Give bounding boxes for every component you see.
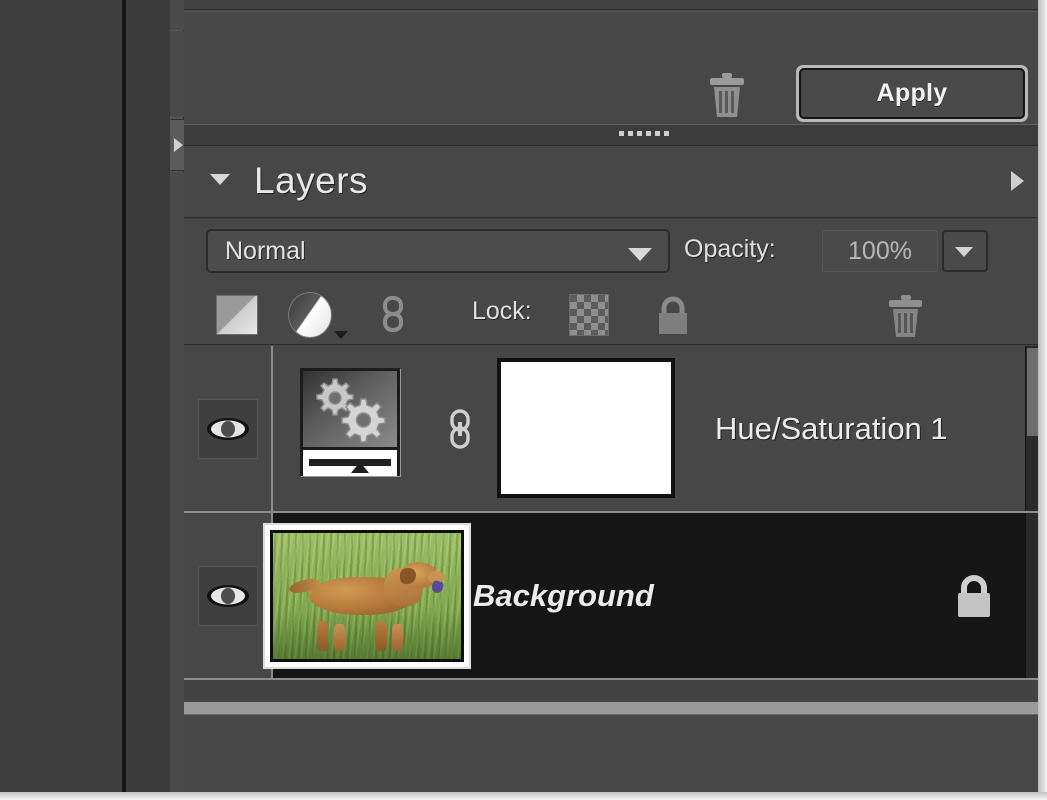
workspace-gutter: [126, 0, 170, 800]
adjustment-gears-thumbnail[interactable]: [300, 368, 400, 476]
table-row[interactable]: Background: [184, 513, 1038, 680]
layer-mask-thumbnail[interactable]: [497, 358, 675, 498]
blend-mode-select[interactable]: Normal: [206, 229, 670, 273]
window-edge-right: [1038, 0, 1047, 800]
page-title: Layers: [254, 160, 369, 201]
layers-toolbar: Lock:: [184, 283, 1038, 345]
layers-list[interactable]: Hue/Saturation 1 Background: [184, 346, 1038, 702]
eye-icon: [207, 417, 249, 440]
adjustment-panel-footer: Apply: [184, 11, 1038, 124]
chevron-down-icon: [628, 248, 652, 261]
adjustment-layer-icon[interactable]: [288, 292, 332, 338]
canvas-workspace[interactable]: [0, 0, 122, 800]
blend-mode-value: Normal: [225, 236, 306, 265]
dog-illustration: [288, 561, 446, 652]
visibility-cell: [184, 513, 273, 678]
eye-icon: [207, 584, 249, 607]
bottom-panel: [184, 714, 1038, 792]
layers-panel-header[interactable]: Layers: [184, 146, 1038, 218]
apply-button[interactable]: Apply: [796, 65, 1028, 122]
link-icon[interactable]: [380, 296, 406, 332]
layer-visibility-toggle[interactable]: [198, 565, 258, 626]
panel-menu-icon[interactable]: [1011, 171, 1024, 191]
photoshop-elements-screenshot: Apply Layers Normal Opacity: 100% Lock: …: [0, 0, 1047, 800]
layer-name[interactable]: Background: [473, 578, 654, 614]
chain-link-icon[interactable]: [447, 408, 473, 449]
triangle-right-icon: [174, 138, 183, 152]
checkerboard-icon[interactable]: [569, 294, 609, 336]
visibility-cell: [184, 346, 273, 511]
apply-button-label: Apply: [799, 68, 1025, 119]
layer-row-body[interactable]: Hue/Saturation 1: [275, 346, 1025, 511]
adjustment-panel-edge: [184, 0, 1038, 10]
opacity-label: Opacity:: [684, 235, 776, 263]
layer-name[interactable]: Hue/Saturation 1: [715, 411, 948, 447]
opacity-stepper[interactable]: [942, 230, 988, 272]
panel-bin: Apply Layers Normal Opacity: 100% Lock: …: [184, 0, 1038, 800]
dog-photo-thumbnail[interactable]: [265, 525, 469, 667]
triangle-down-icon[interactable]: [210, 174, 230, 185]
drag-gripper-icon[interactable]: [619, 131, 669, 136]
layer-properties-row: Normal Opacity: 100%: [184, 219, 1038, 283]
layer-row-body[interactable]: Background: [265, 513, 1025, 678]
rail-segment-top: [170, 0, 184, 30]
chevron-down-icon: [955, 247, 973, 257]
rail-segment-upper: [170, 31, 184, 117]
adjustment-slider-icon: [303, 450, 397, 476]
layer-visibility-toggle[interactable]: [198, 398, 258, 459]
new-layer-icon[interactable]: [216, 295, 258, 335]
trash-icon[interactable]: [704, 70, 750, 120]
opacity-input[interactable]: 100%: [822, 230, 938, 272]
window-edge-bottom: [0, 792, 1047, 800]
padlock-icon: [949, 570, 999, 622]
rail-segment-lower: [170, 172, 184, 800]
chevron-down-icon[interactable]: [334, 331, 348, 339]
vertical-scrollbar-track[interactable]: [1025, 513, 1038, 678]
table-row[interactable]: Hue/Saturation 1: [184, 346, 1038, 513]
trash-icon[interactable]: [884, 293, 928, 339]
padlock-icon[interactable]: [652, 293, 694, 337]
vertical-scrollbar[interactable]: [1025, 346, 1038, 511]
expand-panel-button[interactable]: [171, 119, 184, 171]
scrollbar-thumb[interactable]: [1027, 348, 1038, 436]
panel-separator: [184, 702, 1038, 714]
palette-separator[interactable]: [184, 124, 1038, 146]
lock-label: Lock:: [472, 297, 532, 325]
